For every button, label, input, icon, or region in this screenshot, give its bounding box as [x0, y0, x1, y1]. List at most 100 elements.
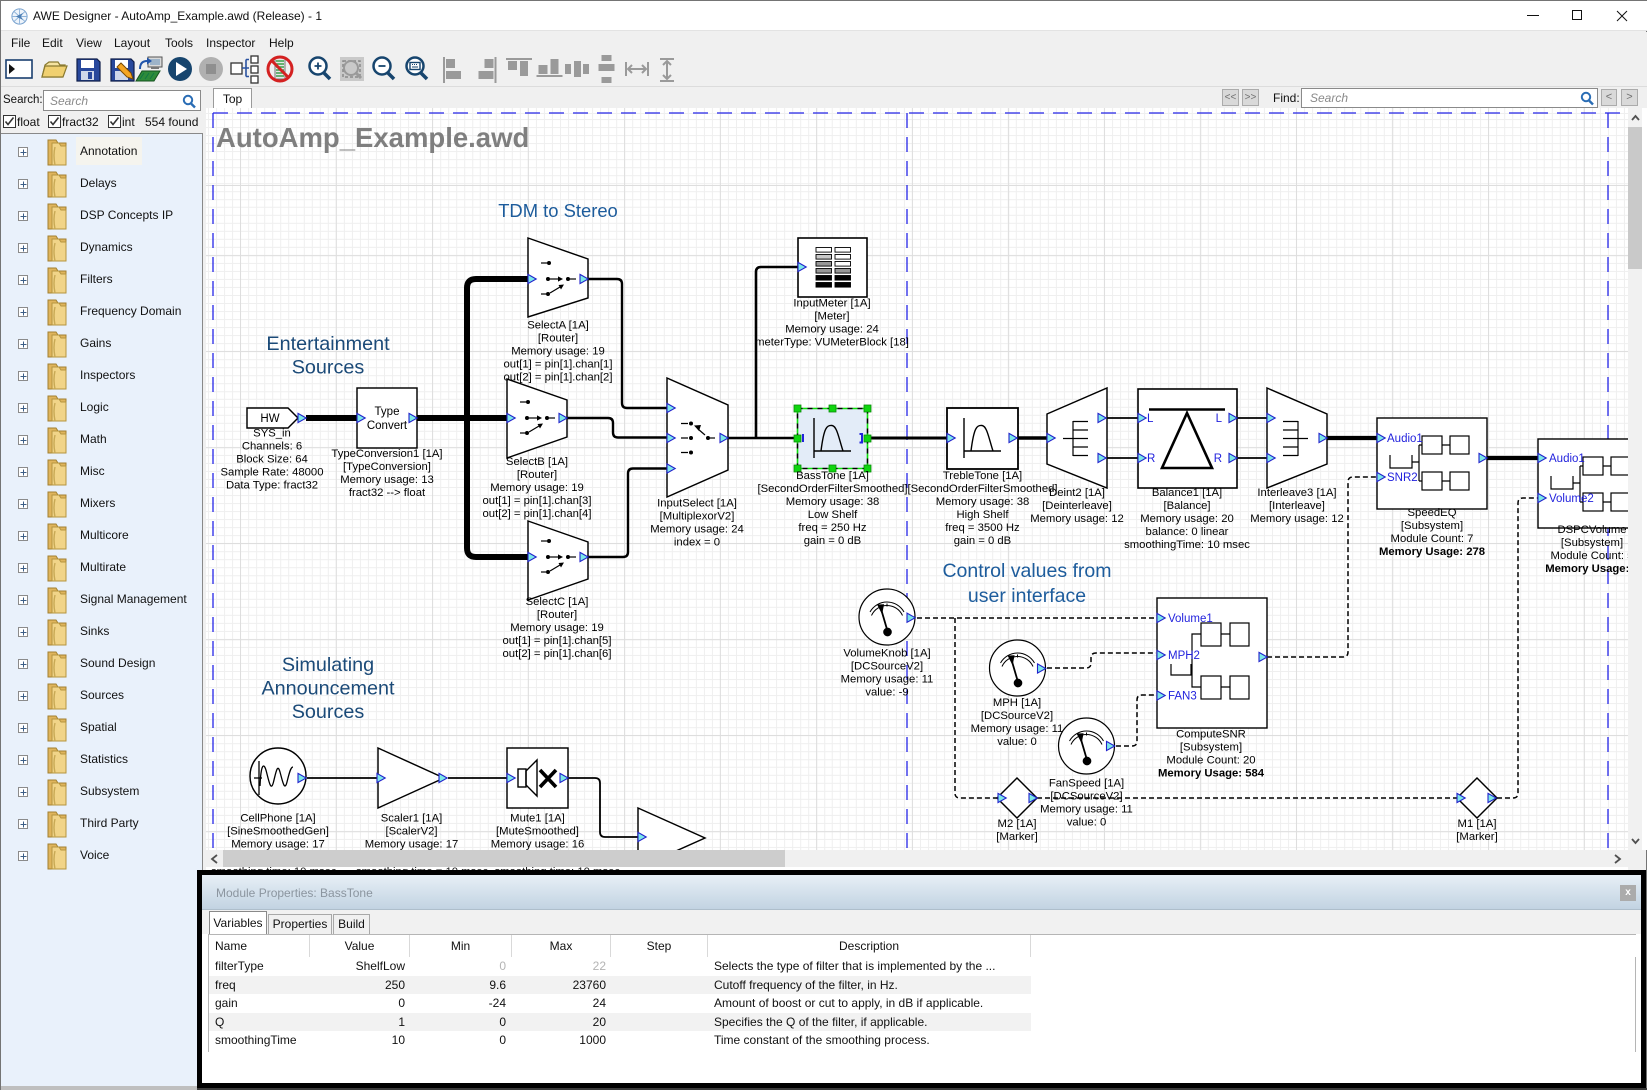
svg-text:[MultiplexorV2]: [MultiplexorV2]: [660, 511, 735, 523]
svg-text:SYS_in: SYS_in: [253, 428, 291, 440]
svg-text:FAN3: FAN3: [1168, 691, 1197, 703]
svg-text:Mute1 [1A]: Mute1 [1A]: [510, 813, 565, 825]
svg-text:Module Count: 5: Module Count: 5: [1551, 550, 1628, 562]
svg-text:Sources: Sources: [292, 357, 365, 379]
svg-text:value: -9: value: -9: [865, 687, 908, 699]
svg-text:[Subsystem]: [Subsystem]: [1561, 537, 1623, 549]
svg-text:Memory usage: 11: Memory usage: 11: [841, 674, 934, 686]
svg-text:freq = 250 Hz: freq = 250 Hz: [798, 522, 866, 534]
svg-text:[SineSmoothedGen]: [SineSmoothedGen]: [227, 826, 329, 838]
svg-text:AutoAmp_Example.awd: AutoAmp_Example.awd: [216, 122, 529, 153]
svg-text:Memory usage: 13: Memory usage: 13: [340, 474, 434, 486]
svg-text:TypeConversion1 [1A]: TypeConversion1 [1A]: [331, 448, 442, 460]
svg-text:Low Shelf: Low Shelf: [808, 509, 858, 521]
svg-text:SpeedEQ: SpeedEQ: [1408, 507, 1457, 519]
svg-text:Memory usage: 38: Memory usage: 38: [786, 496, 880, 508]
svg-text:Memory usage: 19: Memory usage: 19: [510, 622, 604, 634]
svg-text:out[1] = pin[1].chan[1]: out[1] = pin[1].chan[1]: [504, 359, 613, 371]
svg-text:[SecondOrderFilterSmoothed]: [SecondOrderFilterSmoothed]: [907, 483, 1057, 495]
svg-text:[Marker]: [Marker]: [1456, 831, 1497, 843]
svg-text:Scaler1 [1A]: Scaler1 [1A]: [381, 813, 443, 825]
svg-text:Memory usage: 17: Memory usage: 17: [231, 839, 325, 851]
svg-text:Data Type: fract32: Data Type: fract32: [226, 480, 318, 492]
svg-text:R: R: [1147, 453, 1155, 465]
svg-text:[MuteSmoothed]: [MuteSmoothed]: [496, 826, 579, 838]
svg-text:freq = 3500 Hz: freq = 3500 Hz: [945, 522, 1020, 534]
svg-text:out[2] = pin[1].chan[6]: out[2] = pin[1].chan[6]: [503, 648, 612, 660]
svg-text:M1 [1A]: M1 [1A]: [1458, 818, 1497, 830]
svg-text:Entertainment: Entertainment: [266, 333, 390, 355]
svg-text:CellPhone [1A]: CellPhone [1A]: [240, 813, 315, 825]
svg-text:[ScalerV2]: [ScalerV2]: [385, 826, 437, 838]
svg-text:SelectB [1A]: SelectB [1A]: [506, 456, 568, 468]
svg-text:FanSpeed [1A]: FanSpeed [1A]: [1049, 778, 1124, 790]
svg-text:[Interleave]: [Interleave]: [1269, 500, 1325, 512]
svg-text:Block Size: 64: Block Size: 64: [236, 454, 308, 466]
svg-text:Memory usage: 19: Memory usage: 19: [490, 482, 584, 494]
svg-text:[Router]: [Router]: [538, 333, 578, 345]
svg-text:Memory usage: 12: Memory usage: 12: [1250, 513, 1344, 525]
svg-text:HW: HW: [260, 413, 279, 425]
svg-text:balance: 0 linear: balance: 0 linear: [1146, 526, 1229, 538]
svg-text:Memory usage: 11: Memory usage: 11: [1040, 804, 1133, 816]
svg-text:gain = 0 dB: gain = 0 dB: [954, 535, 1011, 547]
svg-text:value: 0: value: 0: [1067, 817, 1107, 829]
svg-text:[Subsystem]: [Subsystem]: [1180, 742, 1242, 754]
svg-text:R: R: [1214, 453, 1222, 465]
svg-text:Memory Usage: 584: Memory Usage: 584: [1158, 768, 1265, 780]
svg-text:VolumeKnob [1A]: VolumeKnob [1A]: [843, 648, 930, 660]
svg-text:Announcement: Announcement: [261, 678, 395, 700]
svg-text:gain = 0 dB: gain = 0 dB: [804, 535, 861, 547]
svg-text:index = 0: index = 0: [674, 537, 720, 549]
svg-text:Module Count: 7: Module Count: 7: [1391, 533, 1474, 545]
svg-text:Memory usage: 19: Memory usage: 19: [511, 346, 605, 358]
svg-text:Memory usage: 17: Memory usage: 17: [365, 839, 459, 851]
svg-text:smoothingTime: 10 msec: smoothingTime: 10 msec: [1124, 539, 1250, 551]
svg-text:L: L: [1147, 413, 1154, 425]
svg-text:SNR2: SNR2: [1387, 472, 1418, 484]
svg-text:Sources: Sources: [292, 701, 365, 723]
svg-text:out[2] = pin[1].chan[2]: out[2] = pin[1].chan[2]: [504, 372, 613, 384]
svg-text:Audio1: Audio1: [1387, 433, 1423, 445]
svg-text:MPH2: MPH2: [1168, 650, 1200, 662]
svg-text:Channels: 6: Channels: 6: [242, 441, 302, 453]
svg-text:Volume2: Volume2: [1549, 493, 1594, 505]
svg-text:Deint2 [1A]: Deint2 [1A]: [1049, 487, 1105, 499]
svg-text:Memory usage: 24: Memory usage: 24: [785, 324, 879, 336]
svg-text:Convert: Convert: [367, 420, 408, 432]
svg-text:Memory Usage: 278: Memory Usage: 278: [1379, 546, 1485, 558]
svg-text:MPH [1A]: MPH [1A]: [993, 697, 1041, 709]
svg-text:fract32 --> float: fract32 --> float: [349, 487, 426, 499]
svg-text:[Router]: [Router]: [537, 609, 577, 621]
svg-text:Memory usage: 38: Memory usage: 38: [936, 496, 1030, 508]
svg-text:user interface: user interface: [968, 585, 1086, 607]
svg-text:M2 [1A]: M2 [1A]: [998, 818, 1037, 830]
svg-text:Interleave3 [1A]: Interleave3 [1A]: [1257, 487, 1336, 499]
svg-text:out[1] = pin[1].chan[3]: out[1] = pin[1].chan[3]: [483, 495, 592, 507]
svg-text:[Balance]: [Balance]: [1163, 500, 1210, 512]
svg-text:Memory Usage: 5: Memory Usage: 5: [1545, 563, 1628, 575]
svg-text:High Shelf: High Shelf: [956, 509, 1009, 521]
svg-text:Sample Rate: 48000: Sample Rate: 48000: [221, 467, 324, 479]
svg-text:L: L: [1216, 413, 1223, 425]
svg-text:SelectC [1A]: SelectC [1A]: [526, 596, 589, 608]
svg-text:DSPCVolume: DSPCVolume: [1557, 524, 1626, 536]
svg-text:BassTone [1A]: BassTone [1A]: [796, 470, 869, 482]
svg-text:[Deinterleave]: [Deinterleave]: [1042, 500, 1112, 512]
svg-text:InputSelect [1A]: InputSelect [1A]: [657, 498, 737, 510]
svg-text:Memory usage: 12: Memory usage: 12: [1030, 513, 1124, 525]
svg-text:Type: Type: [375, 406, 400, 418]
svg-text:Control values from: Control values from: [942, 560, 1111, 582]
svg-text:Balance1 [1A]: Balance1 [1A]: [1152, 487, 1222, 499]
svg-text:Memory usage: 16: Memory usage: 16: [491, 839, 585, 851]
svg-text:meterType: VUMeterBlock [18]: meterType: VUMeterBlock [18]: [755, 337, 909, 349]
svg-text:Volume1: Volume1: [1168, 613, 1213, 625]
svg-text:[DCSourceV2]: [DCSourceV2]: [981, 710, 1053, 722]
svg-text:[DCSourceV2]: [DCSourceV2]: [1050, 791, 1122, 803]
svg-text:[Meter]: [Meter]: [814, 311, 849, 323]
svg-text:Audio1: Audio1: [1549, 453, 1585, 465]
svg-text:[SecondOrderFilterSmoothed]: [SecondOrderFilterSmoothed]: [757, 483, 907, 495]
svg-text:out[1] = pin[1].chan[5]: out[1] = pin[1].chan[5]: [503, 635, 612, 647]
svg-text:ComputeSNR: ComputeSNR: [1176, 729, 1246, 741]
svg-text:out[2] = pin[1].chan[4]: out[2] = pin[1].chan[4]: [483, 508, 592, 520]
